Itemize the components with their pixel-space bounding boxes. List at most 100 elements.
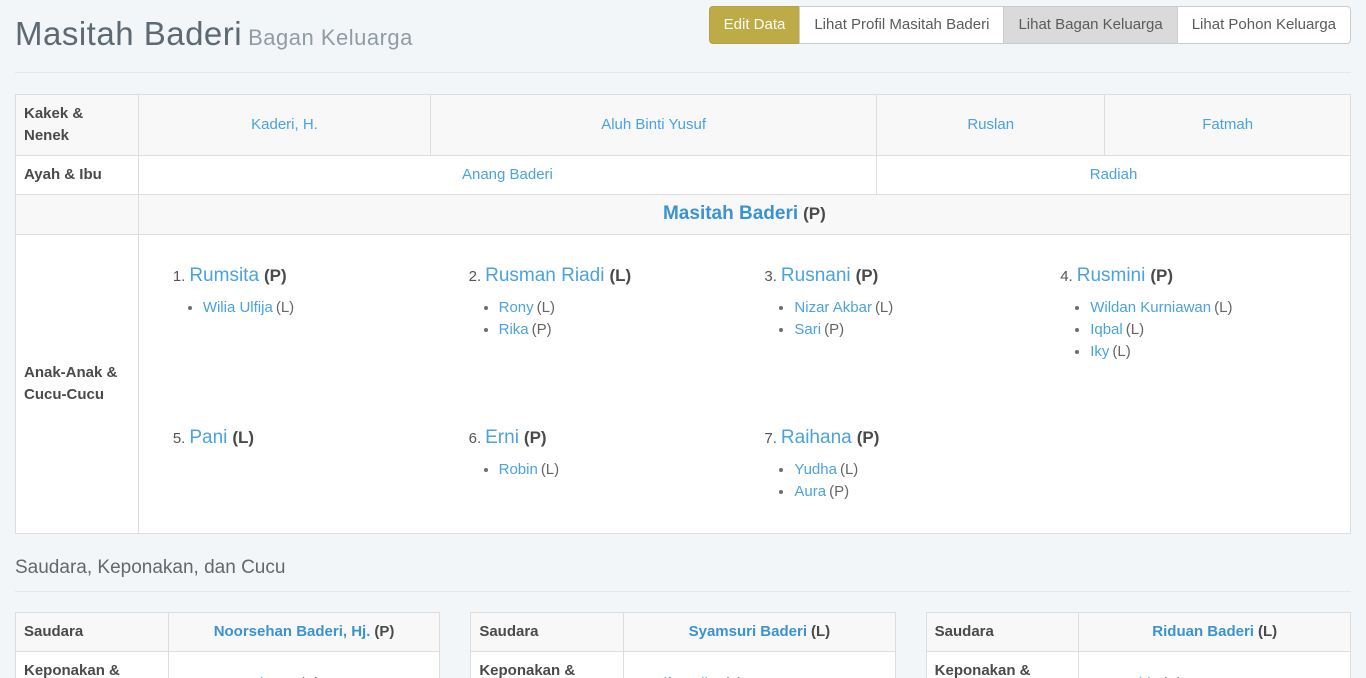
- child-heading: 2.Rusman Riadi(L): [469, 263, 735, 290]
- sibling-name-cell: Riduan Baderi(L): [1079, 613, 1351, 652]
- edit-data-button[interactable]: Edit Data: [709, 6, 801, 44]
- page: Masitah BaderiBagan Keluarga Edit Data L…: [0, 0, 1366, 678]
- sibling-name-link[interactable]: Riduan Baderi: [1152, 623, 1254, 640]
- mother-cell: Radiah: [877, 156, 1351, 195]
- child-gender: (P): [524, 428, 547, 447]
- sibling-table: Saudara Noorsehan Baderi, Hj.(P) Keponak…: [15, 612, 440, 678]
- children-grid: 1.Rumsita(P) Wilia Ulfija(L) 2.Rusman Ri…: [147, 243, 1342, 525]
- child-number: 6.: [469, 430, 482, 447]
- nephews-row: Keponakan & Cucu-Cucu 1.Muna Makmun(P)Na…: [16, 652, 440, 678]
- person-gender: (P): [803, 204, 826, 223]
- child-name-link[interactable]: Pani: [189, 427, 227, 448]
- grandchild-name-link[interactable]: Wildan Kurniawan: [1090, 299, 1211, 316]
- grandchild-name-link[interactable]: Iky: [1090, 343, 1109, 360]
- grandchildren-list: Yudha(L)Aura(P): [764, 459, 1030, 503]
- child-number: 1.: [173, 268, 186, 285]
- grandchild-name-link[interactable]: Yudha: [794, 461, 837, 478]
- grandchild-item: Iqbal(L): [1090, 319, 1326, 341]
- child-name-link[interactable]: Rusmini: [1077, 265, 1146, 286]
- grandchild-gender: (P): [824, 321, 844, 338]
- person-row-spacer: [16, 195, 139, 235]
- grandchild-name-link[interactable]: Wilia Ulfija: [203, 299, 273, 316]
- view-tree-button[interactable]: Lihat Pohon Keluarga: [1177, 6, 1351, 44]
- sibling-row: Saudara Riduan Baderi(L): [926, 613, 1350, 652]
- grandchild-name-link[interactable]: Rony: [499, 299, 534, 316]
- nephews-row: Keponakan & Cucu-Cucu 1.Rifna Idiar(L)Sa…: [471, 652, 895, 678]
- child-name-link[interactable]: Rumsita: [189, 265, 259, 286]
- grandchild-name-link[interactable]: Robin: [499, 461, 538, 478]
- sibling-gender: (L): [811, 623, 830, 640]
- child-block: 1.Rumsita (P) Wilia Ulfija(L): [153, 247, 449, 409]
- sibling-name-cell: Syamsuri Baderi(L): [624, 613, 896, 652]
- sibling-label: Saudara: [926, 613, 1079, 652]
- grandchild-item: Nizar Akbar(L): [794, 297, 1030, 319]
- section-divider: [15, 591, 1351, 592]
- view-chart-button[interactable]: Lihat Bagan Keluarga: [1003, 6, 1177, 44]
- grandchild-gender: (L): [541, 461, 559, 478]
- child-gender: (P): [264, 266, 287, 285]
- child-block: 6.Erni (P) Robin(L): [449, 409, 745, 503]
- grandchild-item: Iky(L): [1090, 341, 1326, 363]
- child-gender: (L): [232, 428, 254, 447]
- grandchild-name-link[interactable]: Nizar Akbar: [794, 299, 872, 316]
- child-name-link[interactable]: Rusman Riadi: [485, 265, 604, 286]
- child-block: 4.Rusmini(P) Wildan Kurniawan(L)Iqbal(L)…: [1040, 247, 1336, 409]
- grandchild-item: Aura(P): [794, 481, 1030, 503]
- grandchild-gender: (L): [1112, 343, 1130, 360]
- child-name-link[interactable]: Raihana: [781, 427, 852, 448]
- nephews-label: Keponakan & Cucu-Cucu: [926, 652, 1079, 678]
- child-gender: (P): [857, 428, 880, 447]
- child-heading: 7.Raihana (P): [764, 425, 1030, 452]
- nephew-list: 1.Rifna Idiar(L)Sari Mardiah(P): [632, 672, 887, 678]
- grandchild-name-link[interactable]: Sari: [794, 321, 821, 338]
- page-title: Masitah Baderi: [15, 15, 242, 52]
- mother-link[interactable]: Radiah: [1090, 166, 1138, 183]
- grandchildren-list: Nizar Akbar(L) Sari(P): [764, 297, 1030, 341]
- child-heading: 6.Erni (P): [469, 425, 735, 452]
- grandchild-gender: (L): [276, 299, 294, 316]
- grandparent-cell: Fatmah: [1105, 95, 1351, 156]
- person-name-link[interactable]: Masitah Baderi: [663, 203, 798, 224]
- nephew-item: 1.Zuraida(P)Andika Nugraha Rahman(L): [1091, 672, 1342, 678]
- grandchild-name-link[interactable]: Aura: [794, 483, 826, 500]
- child-name-link[interactable]: Erni: [485, 427, 519, 448]
- grandchild-gender: (L): [875, 299, 893, 316]
- children-row: Anak-Anak & Cucu-Cucu 1.Rumsita (P) Wilia…: [16, 235, 1351, 534]
- grandparents-label: Kakek & Nenek: [16, 95, 139, 156]
- child-number: 5.: [173, 430, 186, 447]
- grandchild-gender: (P): [532, 321, 552, 338]
- grandparent-link[interactable]: Aluh Binti Yusuf: [601, 116, 706, 133]
- sibling-label: Saudara: [16, 613, 169, 652]
- child-gender: (L): [609, 266, 631, 285]
- grandchildren-list: Rony(L) Rika(P): [469, 297, 735, 341]
- sibling-name-link[interactable]: Syamsuri Baderi: [689, 623, 807, 640]
- grandparent-link[interactable]: Ruslan: [967, 116, 1014, 133]
- nephews-label: Keponakan & Cucu-Cucu: [16, 652, 169, 678]
- grandparent-link[interactable]: Fatmah: [1202, 116, 1253, 133]
- page-subtitle: Bagan Keluarga: [248, 25, 413, 50]
- grandchild-gender: (L): [1126, 321, 1144, 338]
- sibling-tables: Saudara Noorsehan Baderi, Hj.(P) Keponak…: [15, 612, 1351, 678]
- person-row: Masitah Baderi (P): [16, 195, 1351, 235]
- sibling-table: Saudara Syamsuri Baderi(L) Keponakan & C…: [470, 612, 895, 678]
- view-profile-button[interactable]: Lihat Profil Masitah Baderi: [799, 6, 1004, 44]
- child-gender: (P): [1150, 266, 1173, 285]
- grandparent-link[interactable]: Kaderi, H.: [251, 116, 318, 133]
- grandchild-name-link[interactable]: Rika: [499, 321, 529, 338]
- grandchild-gender: (L): [537, 299, 555, 316]
- child-number: 7.: [764, 430, 777, 447]
- children-label: Anak-Anak & Cucu-Cucu: [16, 235, 139, 534]
- nephew-item: 1.Muna Makmun(P)Nafies Luthfi(L): [181, 672, 432, 678]
- sibling-name-link[interactable]: Noorsehan Baderi, Hj.: [214, 623, 371, 640]
- nephews-row: Keponakan & Cucu-Cucu 1.Zuraida(P)Andika…: [926, 652, 1350, 678]
- nephews-cell: 1.Zuraida(P)Andika Nugraha Rahman(L): [1079, 652, 1351, 678]
- grandchild-gender: (P): [829, 483, 849, 500]
- grandchildren-list: Wilia Ulfija(L): [173, 297, 439, 319]
- child-name-link[interactable]: Rusnani: [781, 265, 851, 286]
- nephew-item: 1.Rifna Idiar(L)Sari Mardiah(P): [636, 672, 887, 678]
- sibling-label: Saudara: [471, 613, 624, 652]
- grandchild-item: Yudha(L): [794, 459, 1030, 481]
- grandchild-name-link[interactable]: Iqbal: [1090, 321, 1123, 338]
- father-link[interactable]: Anang Baderi: [462, 166, 553, 183]
- sibling-gender: (L): [1258, 623, 1277, 640]
